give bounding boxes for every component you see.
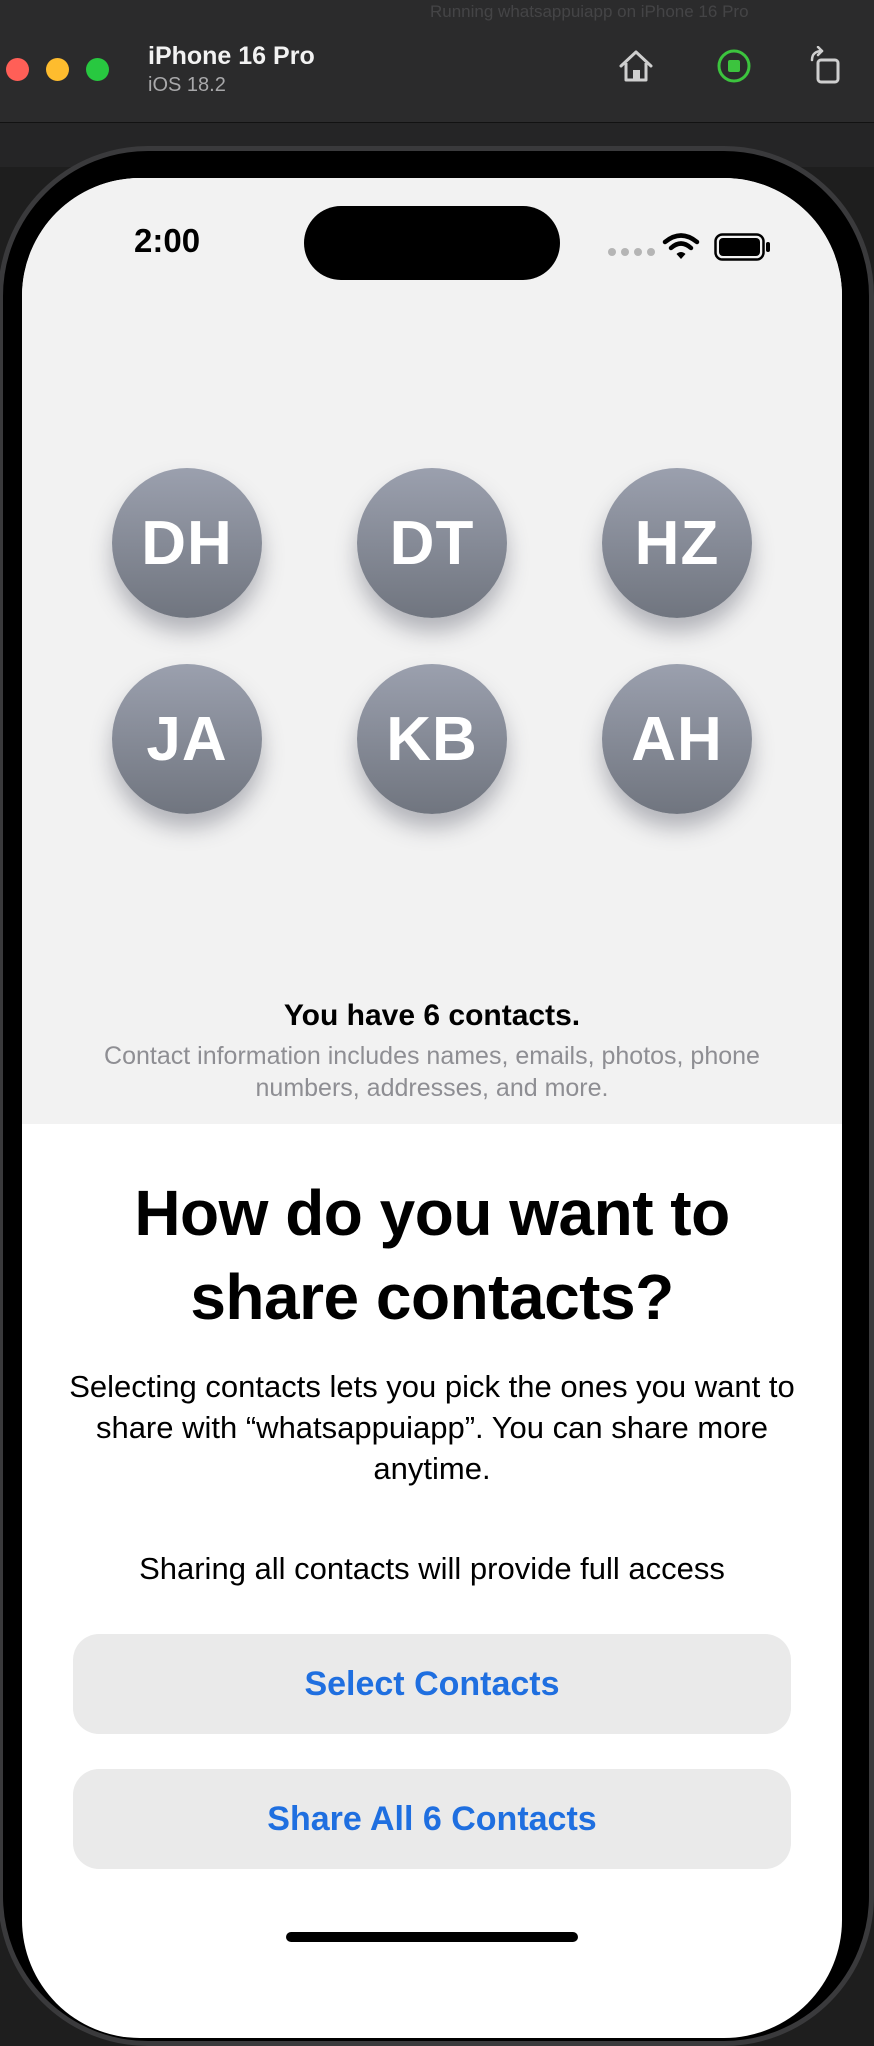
- contact-avatar: JA: [112, 664, 262, 814]
- wifi-icon: [662, 232, 700, 267]
- dynamic-island: [304, 206, 560, 280]
- contacts-count-title: You have 6 contacts.: [283, 999, 581, 1032]
- select-contacts-button[interactable]: Select Contacts: [73, 1634, 791, 1734]
- full-access-note: Sharing all contacts will provide full a…: [139, 1551, 725, 1586]
- contact-avatar: HZ: [602, 468, 752, 618]
- status-time: 2:00: [134, 222, 201, 259]
- contact-avatar: DT: [357, 468, 507, 618]
- record-icon[interactable]: [712, 44, 756, 88]
- window-title: Running whatsappuiapp on iPhone 16 Pro: [430, 2, 749, 21]
- home-icon[interactable]: [614, 44, 658, 88]
- contacts-preview: 2:00 DH DT HZ JA KB AH You have 6 contac…: [22, 178, 842, 1124]
- contacts-info-detail: Contact information includes names, emai…: [104, 1042, 760, 1102]
- simulator-titlebar: Running whatsappuiapp on iPhone 16 Pro i…: [0, 0, 874, 123]
- device-os-version: iOS 18.2: [148, 74, 226, 96]
- contact-avatar: AH: [602, 664, 752, 814]
- close-window-button[interactable]: [6, 58, 29, 81]
- rotate-icon[interactable]: [804, 44, 848, 88]
- minimize-window-button[interactable]: [46, 58, 69, 81]
- share-description: Selecting contacts lets you pick the one…: [69, 1369, 795, 1486]
- share-all-contacts-button[interactable]: Share All 6 Contacts: [73, 1769, 791, 1869]
- contact-avatar: DH: [112, 468, 262, 618]
- battery-icon: [714, 232, 772, 267]
- signal-dots-icon: [608, 248, 655, 256]
- zoom-window-button[interactable]: [86, 58, 109, 81]
- device-screen: 2:00 DH DT HZ JA KB AH You have 6 contac…: [22, 178, 842, 2038]
- contact-avatar: KB: [357, 664, 507, 814]
- share-heading: How do you want to share contacts?: [134, 1177, 730, 1333]
- device-name: iPhone 16 Pro: [148, 42, 315, 70]
- home-indicator[interactable]: [286, 1932, 578, 1942]
